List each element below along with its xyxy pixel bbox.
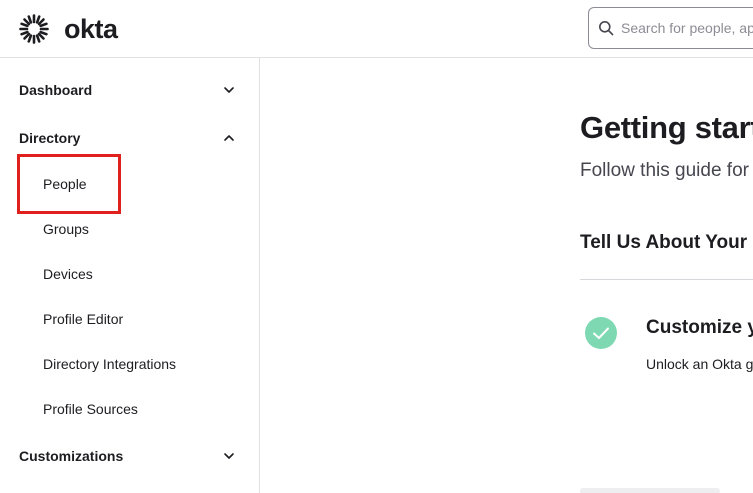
sidebar-section-label: Customizations [19,448,124,464]
sidebar-item-label: Devices [43,266,93,282]
task-title[interactable]: Customize your [646,317,753,339]
sidebar-item-groups[interactable]: Groups [0,214,259,244]
sidebar-item-profile-sources[interactable]: Profile Sources [0,394,259,424]
sidebar-item-label: Profile Editor [43,311,124,327]
sidebar-section-label: Dashboard [19,82,93,98]
highlight-box [17,154,121,214]
chevron-down-icon [224,453,234,459]
sidebar-item-directory-integrations[interactable]: Directory Integrations [0,349,259,379]
top-header: okta [0,0,753,58]
sidebar-item-devices[interactable]: Devices [0,259,259,289]
logo-wordmark: okta [64,14,118,44]
task-description: Unlock an Okta guide [646,356,753,372]
page-subtitle: Follow this guide for [580,160,749,181]
chevron-up-icon [224,135,234,141]
okta-sunburst-icon [19,14,49,44]
divider [580,279,753,280]
section-heading[interactable]: Tell Us About Your [580,232,747,254]
sidebar-section-directory[interactable]: Directory [0,123,259,153]
main-content: Getting started with Okta Follow this gu… [260,58,753,493]
page-title: Getting started with Okta [580,110,753,145]
search-icon [599,21,614,36]
check-circle-icon [585,317,617,349]
sidebar-nav: Dashboard Directory People Groups Device… [0,58,260,493]
sidebar-section-label: Directory [19,130,81,146]
search-input[interactable] [621,20,753,36]
sidebar-item-label: Groups [43,221,89,237]
sidebar-item-label: Profile Sources [43,401,138,417]
sidebar-item-profile-editor[interactable]: Profile Editor [0,304,259,334]
global-search[interactable] [588,7,753,49]
sidebar-section-customizations[interactable]: Customizations [0,441,259,471]
sidebar-item-label: Directory Integrations [43,356,177,372]
chevron-down-icon [224,87,234,93]
faded-placeholder [580,488,720,493]
sidebar-section-dashboard[interactable]: Dashboard [0,75,259,105]
okta-logo[interactable]: okta [18,12,118,46]
